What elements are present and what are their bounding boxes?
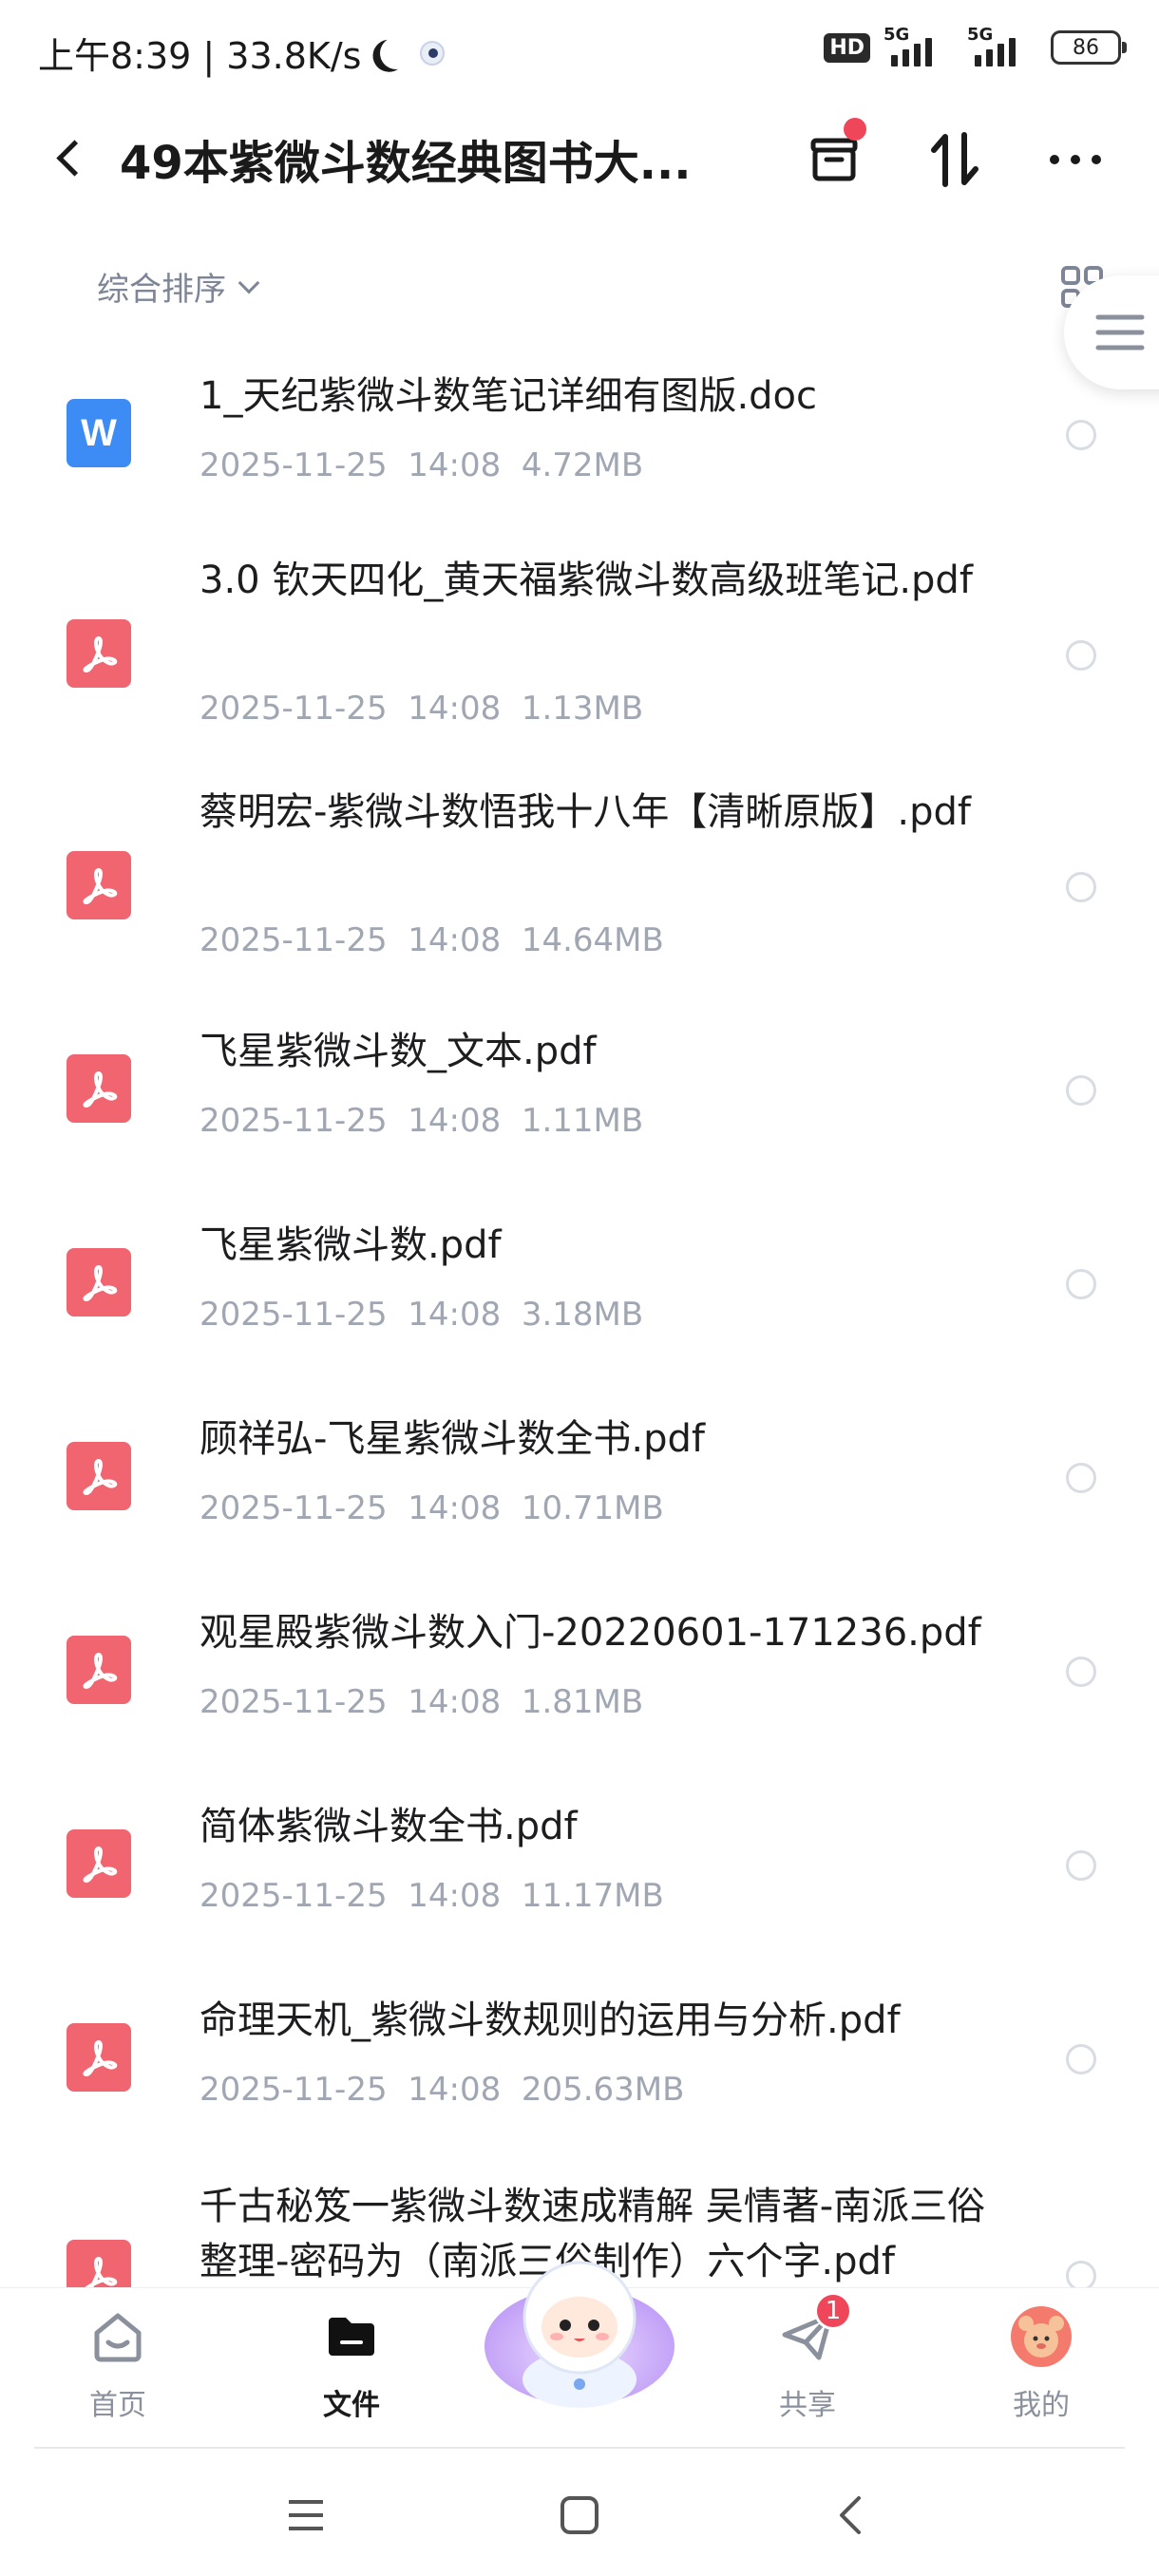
file-meta: 2025-11-25 14:08 1.11MB <box>200 1102 644 1140</box>
nav-home-label: 首页 <box>89 2389 146 2422</box>
sort-button[interactable] <box>917 122 993 198</box>
signal-icon: 5G <box>884 25 954 66</box>
file-meta: 2025-11-25 14:08 1.13MB <box>200 690 644 728</box>
file-name: 观星殿紫微斗数入门-20220601-171236.pdf <box>200 1611 981 1655</box>
app-header: 49本紫微斗数经典图书大... <box>0 104 1159 209</box>
status-right: HD 5G 5G 86 <box>824 25 1127 66</box>
file-list: W 1_天纪紫微斗数笔记详细有图版.doc 2025-11-25 14:08 4… <box>0 342 1159 2289</box>
select-radio[interactable] <box>1066 1657 1096 1687</box>
file-item[interactable]: 简体紫微斗数全书.pdf 2025-11-25 14:08 11.17MB <box>0 1791 1159 1972</box>
file-meta: 2025-11-25 14:08 10.71MB <box>200 1489 664 1527</box>
divider <box>34 2447 1125 2449</box>
menu-lines-icon <box>289 2500 323 2530</box>
battery-icon: 86 <box>1051 30 1127 65</box>
file-item[interactable]: 命理天机_紫微斗数规则的运用与分析.pdf 2025-11-25 14:08 2… <box>0 1985 1159 2166</box>
sort-bar: 综合排序 <box>0 252 1159 318</box>
status-time-speed: 上午8:39 | 33.8K/s <box>38 35 362 77</box>
select-radio[interactable] <box>1066 2261 1096 2289</box>
file-item[interactable]: W 1_天纪紫微斗数笔记详细有图版.doc 2025-11-25 14:08 4… <box>0 361 1159 541</box>
pdf-file-icon <box>66 1054 131 1123</box>
home-icon <box>85 2303 151 2370</box>
nav-files-label: 文件 <box>323 2389 380 2422</box>
recent-apps-button[interactable] <box>277 2487 334 2544</box>
status-bar: 上午8:39 | 33.8K/s HD 5G 5G 86 <box>0 0 1159 104</box>
select-radio[interactable] <box>1066 640 1096 671</box>
avatar <box>1008 2303 1074 2370</box>
chevron-down-icon <box>238 272 260 294</box>
page-title: 49本紫微斗数经典图书大... <box>120 137 692 190</box>
nav-share-label: 共享 <box>779 2389 836 2422</box>
system-nav-bar <box>0 2447 1159 2576</box>
pdf-file-icon <box>66 2023 131 2092</box>
back-chevron-icon <box>840 2496 861 2534</box>
file-meta: 2025-11-25 14:08 4.72MB <box>200 446 644 484</box>
folder-icon <box>318 2303 385 2370</box>
file-name: 1_天纪紫微斗数笔记详细有图版.doc <box>200 374 818 418</box>
signal-icon-2: 5G <box>967 25 1037 66</box>
select-radio[interactable] <box>1066 1269 1096 1299</box>
file-item[interactable]: 蔡明宏-紫微斗数悟我十八年【清晰原版】.pdf 2025-11-25 14:08… <box>0 785 1159 1022</box>
file-item[interactable]: 飞星紫微斗数.pdf 2025-11-25 14:08 3.18MB <box>0 1210 1159 1391</box>
word-doc-icon: W <box>66 399 131 467</box>
more-button[interactable] <box>1037 122 1113 198</box>
assistant-mascot-button[interactable] <box>475 2232 684 2422</box>
archive-button[interactable] <box>796 118 872 198</box>
hd-voice-icon: HD <box>824 32 870 63</box>
sort-arrows-icon <box>931 132 978 187</box>
select-radio[interactable] <box>1066 872 1096 902</box>
file-item[interactable]: 3.0 钦天四化_黄天福紫微斗数高级班笔记.pdf 2025-11-25 14:… <box>0 553 1159 790</box>
app-notification-icon <box>420 40 446 66</box>
pdf-file-icon <box>66 1636 131 1704</box>
file-meta: 2025-11-25 14:08 1.81MB <box>200 1683 644 1721</box>
file-item[interactable]: 飞星紫微斗数_文本.pdf 2025-11-25 14:08 1.11MB <box>0 1016 1159 1197</box>
more-dots-icon <box>1050 155 1101 164</box>
pdf-file-icon <box>66 1829 131 1898</box>
pdf-file-icon <box>66 2240 131 2289</box>
pdf-file-icon <box>66 851 131 919</box>
file-item[interactable]: 顾祥弘-飞星紫微斗数全书.pdf 2025-11-25 14:08 10.71M… <box>0 1404 1159 1584</box>
sort-dropdown[interactable]: 综合排序 <box>97 263 260 310</box>
sort-label: 综合排序 <box>97 271 226 309</box>
do-not-disturb-icon <box>376 32 418 74</box>
select-radio[interactable] <box>1066 420 1096 450</box>
paper-plane-icon: 1 <box>774 2292 852 2370</box>
file-meta: 2025-11-25 14:08 14.64MB <box>200 921 664 959</box>
nav-share[interactable]: 1 共享 <box>732 2292 884 2436</box>
pdf-file-icon <box>66 1248 131 1316</box>
mascot-icon <box>484 2261 674 2408</box>
pdf-file-icon <box>66 1442 131 1510</box>
file-name: 飞星紫微斗数_文本.pdf <box>200 1030 597 1073</box>
nav-home[interactable]: 首页 <box>42 2303 194 2436</box>
pdf-file-icon <box>66 619 131 688</box>
nav-files[interactable]: 文件 <box>276 2303 428 2436</box>
file-name: 命理天机_紫微斗数规则的运用与分析.pdf <box>200 1998 901 2042</box>
select-radio[interactable] <box>1066 2044 1096 2074</box>
select-radio[interactable] <box>1066 1075 1096 1106</box>
notification-dot <box>844 118 866 141</box>
select-radio[interactable] <box>1066 1850 1096 1881</box>
file-item[interactable]: 观星殿紫微斗数入门-20220601-171236.pdf 2025-11-25… <box>0 1598 1159 1778</box>
nav-mine-label: 我的 <box>1013 2389 1070 2422</box>
back-button[interactable] <box>46 131 93 184</box>
file-name: 飞星紫微斗数.pdf <box>200 1223 502 1267</box>
square-home-icon <box>560 2496 598 2534</box>
file-meta: 2025-11-25 14:08 11.17MB <box>200 1877 664 1915</box>
file-meta: 2025-11-25 14:08 3.18MB <box>200 1296 644 1334</box>
file-name: 3.0 钦天四化_黄天福紫微斗数高级班笔记.pdf <box>200 559 973 602</box>
file-name: 顾祥弘-飞星紫微斗数全书.pdf <box>200 1417 706 1461</box>
home-button[interactable] <box>551 2487 608 2544</box>
share-badge: 1 <box>814 2292 852 2330</box>
file-name: 蔡明宏-紫微斗数悟我十八年【清晰原版】.pdf <box>200 790 972 834</box>
file-name: 简体紫微斗数全书.pdf <box>200 1805 578 1848</box>
nav-mine[interactable]: 我的 <box>965 2303 1117 2436</box>
file-meta: 2025-11-25 14:08 205.63MB <box>200 2071 685 2109</box>
status-left: 上午8:39 | 33.8K/s <box>38 27 446 79</box>
select-radio[interactable] <box>1066 1463 1096 1493</box>
system-back-button[interactable] <box>823 2487 880 2544</box>
battery-level: 86 <box>1073 35 1099 60</box>
